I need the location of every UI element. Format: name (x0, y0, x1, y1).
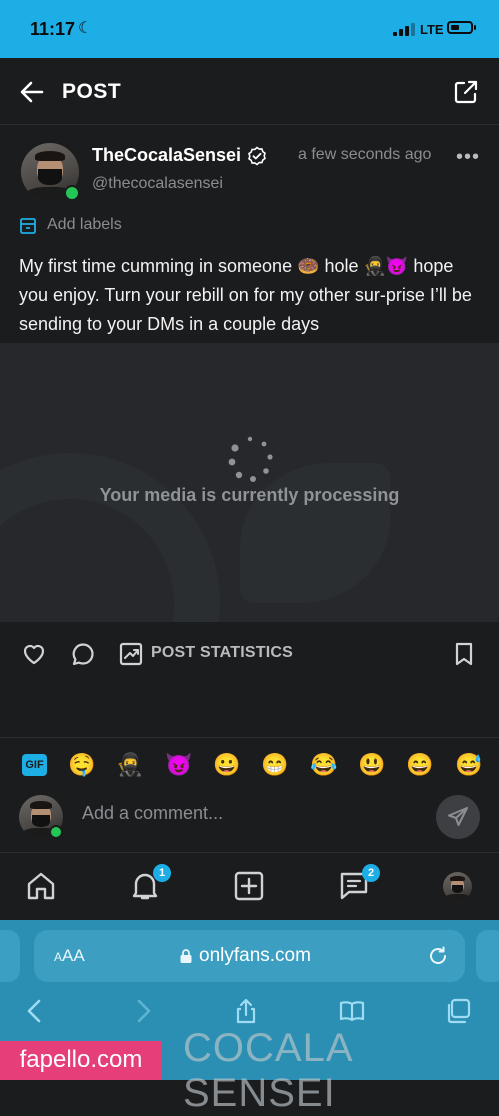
bookmark-icon[interactable] (452, 641, 476, 667)
send-icon (448, 807, 468, 826)
emoji-button[interactable]: 😈 (165, 752, 192, 778)
bottom-nav: 1 2 (0, 852, 499, 921)
loading-spinner-icon (228, 436, 273, 482)
plus-square-icon[interactable] (232, 869, 266, 903)
emoji-bar: GIF 🤤 🥷 😈 😀 😁 😂 😃 😄 😅 (0, 740, 499, 790)
online-indicator (49, 825, 63, 839)
heart-icon[interactable] (21, 641, 47, 667)
status-bar: 11:17 ☾ LTE (0, 0, 499, 58)
share-icon[interactable] (232, 997, 260, 1025)
comment-input[interactable]: Add a comment... (82, 803, 223, 824)
online-indicator (64, 185, 80, 201)
address-bar[interactable]: AAA onlyfans.com (34, 930, 465, 982)
gif-button[interactable]: GIF (22, 754, 47, 776)
tabs-icon[interactable] (444, 997, 472, 1025)
reload-icon[interactable] (427, 945, 449, 967)
site-watermark: fapello.com (0, 1041, 162, 1080)
emoji-button[interactable]: 😃 (358, 752, 385, 778)
add-labels-button[interactable]: Add labels (47, 216, 122, 234)
previous-tab-peek[interactable] (0, 930, 20, 982)
overlay-watermark: COCALA SENSEI (183, 1026, 352, 1115)
aa-label: AA (62, 946, 85, 965)
aa-label-small: A (54, 950, 63, 964)
emoji-button[interactable]: 😂 (310, 752, 337, 778)
forward-icon[interactable] (129, 997, 157, 1025)
profile-avatar[interactable] (443, 872, 472, 901)
send-button[interactable] (436, 795, 480, 839)
post-actions: POST STATISTICS (0, 622, 499, 738)
more-options-button[interactable]: ••• (456, 146, 480, 169)
battery-nub (474, 25, 476, 30)
chart-icon[interactable] (118, 641, 144, 667)
emoji-button[interactable]: 🥷 (116, 752, 143, 778)
notification-badge: 1 (153, 864, 171, 882)
page-title: POST (62, 80, 122, 103)
emoji-button[interactable]: 😀 (213, 752, 240, 778)
share-icon[interactable] (452, 78, 480, 106)
emoji-button[interactable]: 🤤 (68, 752, 95, 778)
bookmarks-icon[interactable] (338, 997, 366, 1025)
next-tab-peek[interactable] (476, 930, 499, 982)
reader-settings-button[interactable]: AAA (54, 946, 85, 966)
emoji-button[interactable]: 😁 (261, 752, 288, 778)
battery-icon (447, 21, 473, 34)
post-statistics-button[interactable]: POST STATISTICS (151, 644, 293, 662)
network-label: LTE (420, 22, 444, 37)
verified-icon (248, 146, 266, 166)
emoji-button[interactable]: 😅 (455, 752, 482, 778)
app-header: POST (0, 58, 499, 125)
signal-icon (393, 23, 417, 36)
media-processing-text: Your media is currently processing (99, 485, 400, 505)
media-placeholder: Your media is currently processing (0, 343, 499, 622)
arrow-left-icon[interactable] (18, 78, 46, 106)
watermark-logo-shape (0, 453, 220, 622)
lock-icon (180, 949, 192, 963)
status-time: 11:17 (30, 19, 76, 39)
emoji-button[interactable]: 😄 (406, 752, 433, 778)
post-caption: My first time cumming in someone 🍩 hole … (19, 256, 472, 334)
home-icon[interactable] (24, 869, 58, 903)
author-name[interactable]: TheCocalaSensei (92, 145, 241, 166)
post-timestamp: a few seconds ago (298, 146, 432, 163)
label-icon[interactable] (19, 217, 37, 235)
back-icon[interactable] (21, 997, 49, 1025)
url-text[interactable]: onlyfans.com (199, 945, 311, 967)
comment-icon[interactable] (70, 641, 96, 667)
author-handle[interactable]: @thecocalasensei (92, 175, 223, 193)
moon-icon: ☾ (78, 20, 93, 37)
messages-badge: 2 (362, 864, 380, 882)
